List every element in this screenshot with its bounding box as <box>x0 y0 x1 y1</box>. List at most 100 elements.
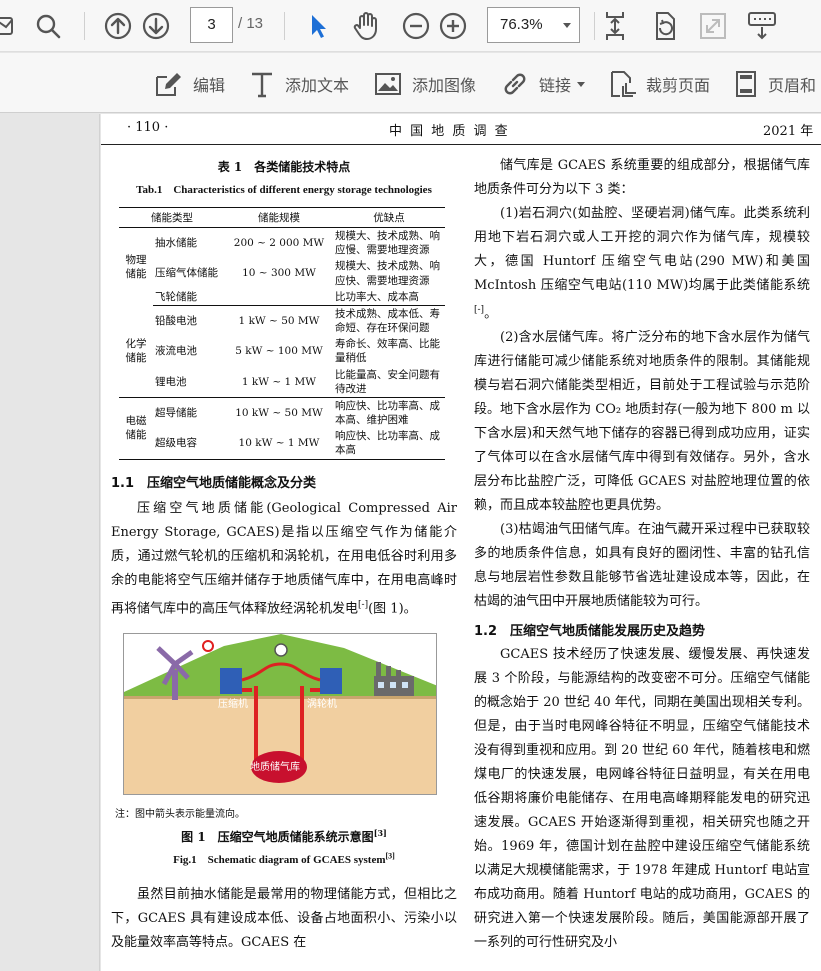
table-cell: 超导储能 <box>155 406 197 419</box>
table-cell: 10 kW ~ 1 MW <box>225 428 333 460</box>
journal-title: 中 国 地 质 调 查 <box>389 124 510 139</box>
add-image-button[interactable]: 添加图像 <box>374 69 476 99</box>
table-cell: 5 kW ~ 100 MW <box>235 345 323 358</box>
add-text-button[interactable]: 添加文本 <box>249 69 349 99</box>
link-button[interactable]: 链接 <box>501 69 586 99</box>
figure-caption-text: 图 1 压缩空气地质储能系统示意图 <box>181 829 374 844</box>
section-heading: 1.1 压缩空气地质储能概念及分类 <box>111 475 317 491</box>
table-row: 压缩气体储能 10 ~ 300 MW 规模大、技术成熟、响应快、需要地理资源 <box>119 258 445 288</box>
edit-icon <box>156 73 181 96</box>
link-label: 链接 <box>539 76 572 95</box>
table-cell: 液流电池 <box>155 345 197 358</box>
body-paragraph: 压缩空气地质储能(Geological Compressed Air Energ… <box>111 497 457 621</box>
table-row: 化学储能 铅酸电池 1 kW ~ 50 MW 技术成熟、成本低、寿命短、存在环保… <box>119 305 445 398</box>
journal-year: 2021 年 <box>763 124 814 139</box>
citation: [3] <box>373 827 387 838</box>
next-page-icon[interactable] <box>141 11 171 41</box>
header-rule <box>101 144 821 145</box>
table-cell: 规模大、技术成熟、响应快、需要地理资源 <box>335 260 440 287</box>
read-aloud-icon[interactable] <box>745 9 779 43</box>
turbine-label: 涡轮机 <box>307 697 337 710</box>
add-text-label: 添加文本 <box>285 76 350 95</box>
crop-page-label: 裁剪页面 <box>646 76 711 95</box>
table-header-cell: 储能类型 <box>119 207 225 228</box>
toolbar-divider <box>84 12 85 40</box>
table-row: 物理储能 抽水储能 200 ~ 2 000 MW 规模大、技术成熟、响应慢、需要… <box>119 228 445 280</box>
page-number-input[interactable]: 3 <box>190 7 233 43</box>
table-cell: 压缩气体储能 <box>155 267 218 280</box>
zoom-out-icon[interactable] <box>401 11 431 41</box>
header-footer-icon <box>736 71 756 97</box>
table-cell: 规模大、技术成熟、响应慢、需要地理资源 <box>335 230 440 257</box>
citation: [-] <box>358 599 369 610</box>
search-icon[interactable] <box>34 12 62 40</box>
table-cell: 1 kW ~ 50 MW <box>238 314 320 327</box>
body-paragraph: 储气库是 GCAES 系统重要的组成部分，根据储气库地质条件可分为以下 3 类： <box>474 158 810 197</box>
fullscreen-icon <box>697 10 729 42</box>
compressor-label: 压缩机 <box>218 697 248 710</box>
table-cell: 抽水储能 <box>155 237 197 250</box>
table-cell: 10 ~ 300 MW <box>242 267 316 280</box>
zoom-in-icon[interactable] <box>438 11 468 41</box>
paragraph-text: (1)岩石洞穴(如盐腔、坚硬岩洞)储气库。此类系统利用地下岩石洞穴或人工开挖的洞… <box>474 206 810 293</box>
link-icon <box>504 73 526 95</box>
edit-label: 编辑 <box>193 76 226 95</box>
table-cell: 响应快、比功率高、成本高、维护困难 <box>335 399 440 427</box>
table-cell: 1 kW ~ 1 MW <box>225 366 333 398</box>
figure-caption-en: Fig.1 Schematic diagram of GCAES system[… <box>111 851 457 867</box>
table-cell: 寿命长、效率高、比能量稍低 <box>335 338 440 365</box>
fit-page-icon[interactable] <box>601 9 629 43</box>
body-paragraph: GCAES 技术经历了快速发展、缓慢发展、再快速发展 3 个阶段，与能源结构的改… <box>474 647 810 951</box>
table-cell: 200 ~ 2 000 MW <box>233 237 325 250</box>
previous-page-icon[interactable] <box>103 11 133 41</box>
table-header-cell: 优缺点 <box>333 207 445 228</box>
table-cell: 铅酸电池 <box>155 314 197 327</box>
zoom-select[interactable]: 76.3% <box>487 7 580 43</box>
table-category: 物理储能 <box>125 253 147 280</box>
crop-page-button[interactable]: 裁剪页面 <box>608 69 710 99</box>
compressor-icon <box>220 667 242 694</box>
table-cell: 比能量高、安全问题有待改进 <box>333 366 445 398</box>
viewer-toolbar: 3 / 13 76.3% <box>0 0 821 52</box>
turbine-icon <box>320 667 342 694</box>
page-number: · 110 · <box>127 120 169 135</box>
table-category: 化学储能 <box>119 305 153 398</box>
storage-label: 地质储气库 <box>250 760 300 773</box>
table-row: 液流电池 5 kW ~ 100 MW 寿命长、效率高、比能量稍低 <box>119 336 445 366</box>
figure-caption-cn: 图 1 压缩空气地质储能系统示意图[3] <box>111 828 457 845</box>
table-cell <box>225 288 333 306</box>
header-footer-label: 页眉和 <box>768 76 817 95</box>
table-caption-cn: 表 1 各类储能技术特点 <box>217 160 351 174</box>
rotate-page-icon[interactable] <box>648 9 680 43</box>
table-cell: 飞轮储能 <box>153 288 225 306</box>
section-heading: 1.2 压缩空气地质储能发展历史及趋势 <box>474 624 706 640</box>
table-row: 电磁储能 超导储能 10 kW ~ 50 MW 响应快、比功率高、成本高、维护困… <box>119 397 445 460</box>
table-cell: 比功率大、成本高 <box>333 288 445 306</box>
table-cell: 超级电容 <box>153 428 225 460</box>
edit-button[interactable]: 编辑 <box>153 69 225 99</box>
header-footer-button[interactable]: 页眉和 <box>734 69 816 99</box>
body-paragraph: (1)岩石洞穴(如盐腔、坚硬岩洞)储气库。此类系统利用地下岩石洞穴或人工开挖的洞… <box>474 202 810 326</box>
sidebar-toggle-icon[interactable] <box>0 12 16 40</box>
citation: [3] <box>385 851 395 861</box>
left-column: 表 1 各类储能技术特点 Tab.1 Characteristics of di… <box>111 154 457 955</box>
zoom-value: 76.3% <box>500 16 543 33</box>
body-paragraph: (2)含水层储气库。将广泛分布的地下含水层作为储气库进行储能可减少储能系统对地质… <box>474 330 810 514</box>
document-gutter <box>0 114 100 971</box>
hand-tool-icon[interactable] <box>350 10 382 42</box>
select-cursor-icon[interactable] <box>305 12 331 40</box>
paragraph-text: 压缩空气地质储能(Geological Compressed Air Energ… <box>111 500 457 616</box>
chevron-down-icon <box>577 81 586 87</box>
table-cell: 10 kW ~ 50 MW <box>235 406 323 419</box>
text-icon <box>252 72 272 98</box>
add-image-label: 添加图像 <box>412 76 477 95</box>
body-paragraph: (3)枯竭油气田储气库。在油气藏开采过程中已获取较多的地质条件信息，如具有良好的… <box>474 522 810 610</box>
image-icon <box>375 73 401 95</box>
gcaes-diagram: 压缩机 涡轮机 地质储气库 <box>123 632 437 795</box>
toolbar-divider <box>284 12 285 40</box>
citation: [-] <box>474 305 485 315</box>
gcaes-illustration: 压缩机 涡轮机 地质储气库 <box>124 633 436 794</box>
crop-icon <box>611 71 636 97</box>
table-category: 电磁储能 <box>119 397 153 460</box>
table-cell: 技术成熟、成本低、寿命短、存在环保问题 <box>335 307 440 335</box>
